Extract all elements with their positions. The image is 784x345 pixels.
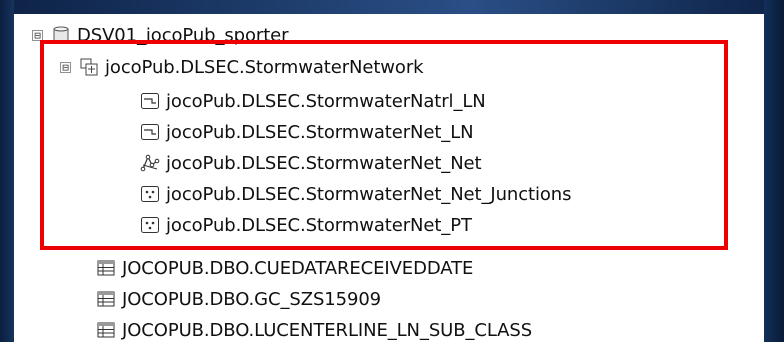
tree-node-label: jocoPub.DLSEC.StormwaterNet_LN <box>166 121 474 143</box>
tree-node-feature-class[interactable]: jocoPub.DLSEC.StormwaterNet_LN <box>140 117 474 147</box>
tree-node-geometric-network[interactable]: jocoPub.DLSEC.StormwaterNet_Net <box>140 148 482 178</box>
tree-node-table[interactable]: JOCOPUB.DBO.CUEDATARECEIVEDDATE <box>96 253 473 283</box>
table-icon <box>96 258 116 278</box>
line-feature-class-icon <box>140 91 160 111</box>
tree-node-database[interactable]: ⊟ DSV01_jocoPub_sporter <box>32 20 289 50</box>
tree-node-label: JOCOPUB.DBO.LUCENTERLINE_LN_SUB_CLASS <box>122 319 533 341</box>
table-icon <box>96 289 116 309</box>
feature-dataset-icon <box>79 57 99 77</box>
tree-node-label: jocoPub.DLSEC.StormwaterNetwork <box>105 56 424 78</box>
table-icon <box>96 320 116 340</box>
point-feature-class-icon <box>140 184 160 204</box>
tree-node-feature-class[interactable]: jocoPub.DLSEC.StormwaterNet_Net_Junction… <box>140 179 571 209</box>
collapse-toggle[interactable]: ⊟ <box>60 61 71 73</box>
tree-node-label: jocoPub.DLSEC.StormwaterNet_Net_Junction… <box>166 183 572 205</box>
point-feature-class-icon <box>140 215 160 235</box>
tree-node-feature-class[interactable]: jocoPub.DLSEC.StormwaterNet_PT <box>140 210 472 240</box>
catalog-tree: ⊟ DSV01_jocoPub_sporter ⊟ jocoPub.DLSEC.… <box>14 14 764 342</box>
collapse-toggle[interactable]: ⊟ <box>32 29 43 41</box>
geometric-network-icon <box>140 153 160 173</box>
tree-node-label: DSV01_jocoPub_sporter <box>77 24 289 46</box>
desktop-background-top <box>0 0 784 14</box>
tree-node-table[interactable]: JOCOPUB.DBO.LUCENTERLINE_LN_SUB_CLASS <box>96 315 532 345</box>
line-feature-class-icon <box>140 122 160 142</box>
tree-node-feature-class[interactable]: jocoPub.DLSEC.StormwaterNatrl_LN <box>140 86 486 116</box>
tree-node-label: JOCOPUB.DBO.GC_SZS15909 <box>122 288 382 310</box>
desktop-background-right <box>764 0 784 342</box>
tree-node-table[interactable]: JOCOPUB.DBO.GC_SZS15909 <box>96 284 381 314</box>
desktop-background-left <box>0 0 14 342</box>
tree-node-feature-dataset[interactable]: ⊟ jocoPub.DLSEC.StormwaterNetwork <box>60 52 424 82</box>
tree-node-label: jocoPub.DLSEC.StormwaterNet_PT <box>166 214 472 236</box>
database-icon <box>51 25 71 45</box>
tree-node-label: jocoPub.DLSEC.StormwaterNatrl_LN <box>166 90 486 112</box>
tree-node-label: jocoPub.DLSEC.StormwaterNet_Net <box>166 152 482 174</box>
tree-node-label: JOCOPUB.DBO.CUEDATARECEIVEDDATE <box>122 257 474 279</box>
